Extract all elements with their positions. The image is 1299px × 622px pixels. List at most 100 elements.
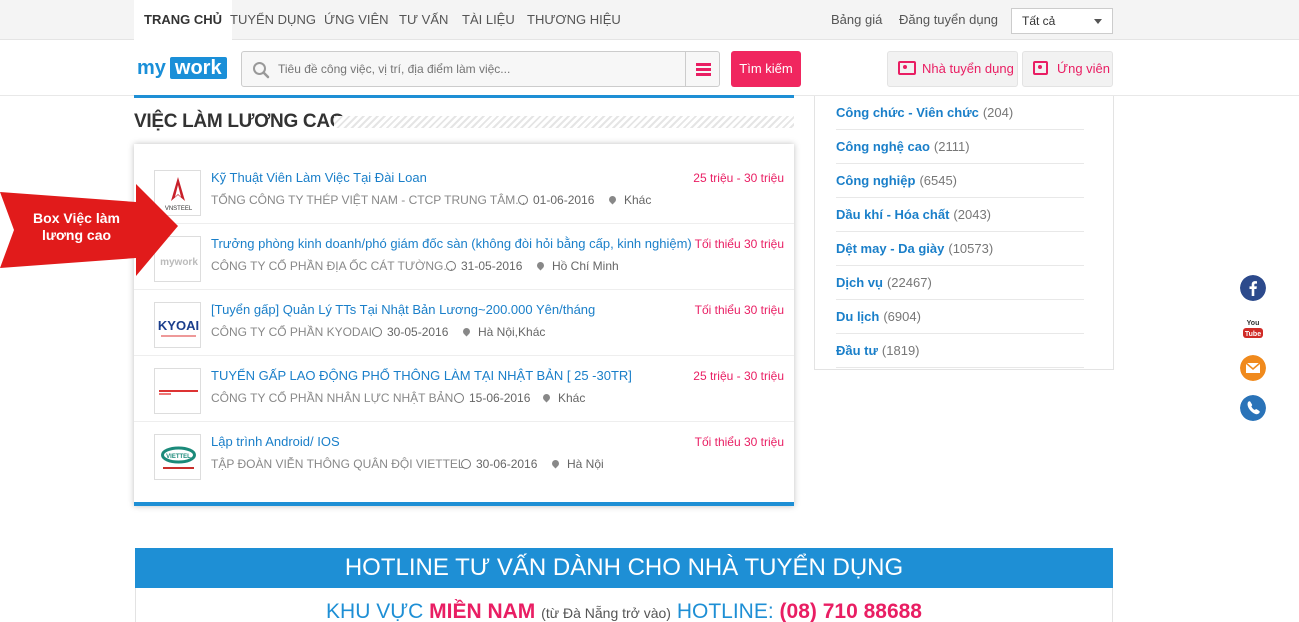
job-row[interactable]: VIETTEL Lập trình Android/ IOS Tối thiểu… <box>134 422 794 488</box>
category-item[interactable]: Công nghệ cao (2111) <box>836 130 1084 164</box>
pricing-link[interactable]: Bảng giá <box>831 0 882 40</box>
candidate-button[interactable]: Ứng viên <box>1022 51 1113 87</box>
category-name: Dệt may - Da giày <box>836 240 945 256</box>
job-salary: Tối thiểu 30 triệu <box>694 435 784 449</box>
nav-brands[interactable]: THƯƠNG HIỆU <box>527 0 621 40</box>
job-location-value: Hà Nội <box>567 457 604 471</box>
company-logo[interactable] <box>154 368 201 414</box>
job-date-value: 01-06-2016 <box>533 193 595 207</box>
nav-candidates[interactable]: ỨNG VIÊN <box>324 0 389 40</box>
region-name: MIỀN NAM <box>429 600 536 622</box>
svg-text:You: You <box>1247 320 1260 327</box>
category-item[interactable]: Du lịch (6904) <box>836 300 1084 334</box>
job-row[interactable]: VNSTEEL Kỹ Thuật Viên Làm Việc Tại Đài L… <box>134 158 794 224</box>
job-location: Hồ Chí Minh <box>535 259 619 273</box>
viettel-logo-icon: VIETTEL <box>161 446 196 469</box>
category-item[interactable]: Dệt may - Da giày (10573) <box>836 232 1084 266</box>
category-item[interactable]: Dầu khí - Hóa chất (2043) <box>836 198 1084 232</box>
category-count: (204) <box>982 104 1014 120</box>
map-pin-icon <box>541 392 552 403</box>
job-date: 15-06-2016 <box>454 391 530 405</box>
search-button[interactable]: Tìm kiếm <box>731 51 801 87</box>
map-pin-icon <box>550 458 561 469</box>
top-navigation: TRANG CHỦ TUYỂN DỤNG ỨNG VIÊN TƯ VẤN TÀI… <box>0 0 1299 40</box>
job-salary: Tối thiểu 30 triệu <box>694 303 784 317</box>
svg-text:KYOAI: KYOAI <box>158 318 199 333</box>
search-input[interactable] <box>278 52 678 86</box>
company-logo[interactable]: VIETTEL <box>154 434 201 480</box>
job-salary: 25 triệu - 30 triệu <box>693 369 784 383</box>
clock-icon <box>454 393 464 403</box>
region-note: (từ Đà Nẵng trở vào) <box>541 605 671 621</box>
nav-home[interactable]: TRANG CHỦ <box>134 0 232 40</box>
phone-icon[interactable] <box>1240 395 1266 421</box>
category-item[interactable]: Dịch vụ (22467) <box>836 266 1084 300</box>
job-title[interactable]: Trưởng phòng kinh doanh/phó giám đốc sàn… <box>211 236 692 251</box>
category-count: (6545) <box>919 172 958 188</box>
job-company[interactable]: TỔNG CÔNG TY THÉP VIỆT NAM - CTCP TRUNG … <box>211 193 525 207</box>
job-title[interactable]: Kỹ Thuật Viên Làm Việc Tại Đài Loan <box>211 170 427 185</box>
search-filter-menu-button[interactable] <box>685 52 719 86</box>
caret-down-icon <box>1094 19 1102 24</box>
job-title[interactable]: [Tuyển gấp] Quản Lý TTs Tại Nhật Bản Lươ… <box>211 302 595 317</box>
category-item[interactable]: Công chức - Viên chức (204) <box>836 96 1084 130</box>
employer-button[interactable]: Nhà tuyển dụng <box>887 51 1018 87</box>
job-company[interactable]: CÔNG TY CỔ PHẦN NHÂN LỰC NHẬT BẢN <box>211 391 453 405</box>
menu-bar-icon <box>696 68 711 71</box>
category-item[interactable]: Công nghiệp (6545) <box>836 164 1084 198</box>
job-date-value: 30-06-2016 <box>476 457 538 471</box>
annotation-line-1: Box Việc làm <box>33 210 120 226</box>
job-date: 31-05-2016 <box>446 259 522 273</box>
job-title[interactable]: Lập trình Android/ IOS <box>211 434 340 449</box>
job-date: 01-06-2016 <box>518 193 594 207</box>
job-row[interactable]: TUYỂN GẤP LAO ĐỘNG PHỔ THÔNG LÀM TẠI NHẬ… <box>134 356 794 422</box>
nav-advice[interactable]: TƯ VẤN <box>399 0 448 40</box>
job-row[interactable]: KYOAI [Tuyển gấp] Quản Lý TTs Tại Nhật B… <box>134 290 794 356</box>
hotline-region: KHU VỰC MIỀN NAM (từ Đà Nẵng trở vào) HO… <box>135 588 1113 622</box>
job-date: 30-06-2016 <box>461 457 537 471</box>
hotline-banner: HOTLINE TƯ VẤN DÀNH CHO NHÀ TUYỂN DỤNG <box>135 548 1113 588</box>
facebook-icon[interactable] <box>1240 275 1266 301</box>
company-logo[interactable]: KYOAI <box>154 302 201 348</box>
site-header: mywork Tìm kiếm Nhà tuyển dụng Ứng viên <box>0 41 1299 96</box>
job-salary: Tối thiểu 30 triệu <box>694 237 784 251</box>
category-count: (22467) <box>886 274 932 290</box>
category-name: Công nghiệp <box>836 172 916 188</box>
category-name: Dầu khí - Hóa chất <box>836 206 950 222</box>
category-count: (2043) <box>953 206 991 222</box>
post-job-link[interactable]: Đăng tuyển dụng <box>899 0 998 40</box>
job-date-value: 31-05-2016 <box>461 259 523 273</box>
user-card-icon <box>1033 61 1048 75</box>
menu-bar-icon <box>696 63 711 66</box>
job-company[interactable]: TẬP ĐOÀN VIỄN THÔNG QUÂN ĐỘI VIETTEL <box>211 457 465 471</box>
annotation-line-2: lương cao <box>41 227 112 243</box>
logo-work: work <box>169 57 227 79</box>
nav-jobs[interactable]: TUYỂN DỤNG <box>230 0 316 40</box>
category-count: (2111) <box>933 138 970 154</box>
job-location-value: Khác <box>558 391 586 405</box>
job-row[interactable]: mywork Trưởng phòng kinh doanh/phó giám … <box>134 224 794 290</box>
category-count: (6904) <box>883 308 921 324</box>
category-name: Công nghệ cao <box>836 138 930 154</box>
youtube-icon[interactable]: You Tube <box>1240 315 1266 341</box>
category-item[interactable]: Đầu tư (1819) <box>836 334 1084 368</box>
job-company[interactable]: CÔNG TY CỔ PHẦN KYODAI <box>211 325 372 339</box>
job-date-value: 30-05-2016 <box>387 325 449 339</box>
job-location-value: Khác <box>624 193 652 207</box>
map-pin-icon <box>461 326 472 337</box>
job-title[interactable]: TUYỂN GẤP LAO ĐỘNG PHỔ THÔNG LÀM TẠI NHẬ… <box>211 368 632 383</box>
category-sidebar: Công chức - Viên chức (204) Công nghệ ca… <box>814 96 1114 370</box>
email-icon[interactable] <box>1240 355 1266 381</box>
category-name: Du lịch <box>836 308 880 324</box>
job-date-value: 15-06-2016 <box>469 391 531 405</box>
hotline-phone[interactable]: (08) 710 88688 <box>780 600 922 622</box>
job-company[interactable]: CÔNG TY CỔ PHẦN ĐỊA ỐC CÁT TƯỜNG... <box>211 259 453 273</box>
nav-documents[interactable]: TÀI LIỆU <box>462 0 515 40</box>
section-divider <box>134 95 794 98</box>
search-box <box>241 51 720 87</box>
category-select-value: Tất cả <box>1022 14 1056 28</box>
mywork-logo[interactable]: my work <box>137 57 227 79</box>
category-select[interactable]: Tất cả <box>1011 8 1113 34</box>
job-date: 30-05-2016 <box>372 325 448 339</box>
hotline-label: HOTLINE: <box>676 600 774 622</box>
